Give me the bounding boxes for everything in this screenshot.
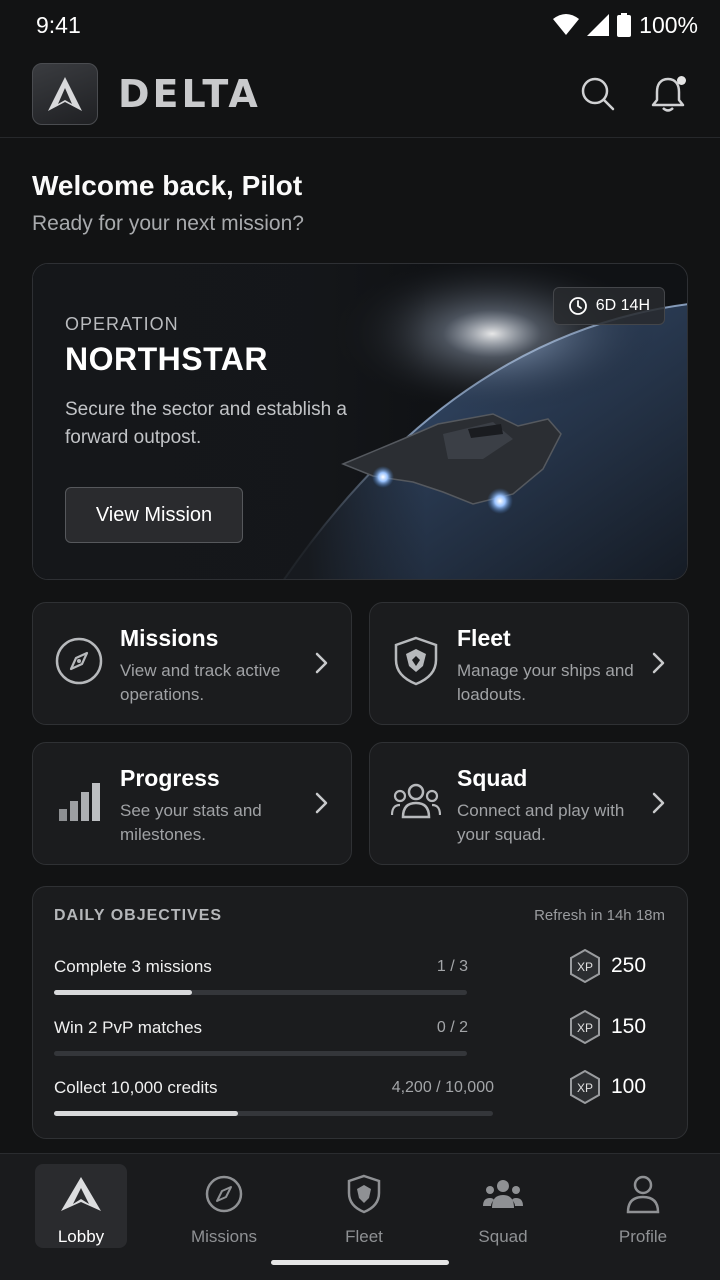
tab-label: Lobby [57,1227,105,1246]
compass-icon [204,1172,244,1216]
objectives-heading: DAILY OBJECTIVES [54,907,223,924]
daily-objectives-card: DAILY OBJECTIVES Refresh in 14h 18m Comp… [32,886,688,1139]
tile-squad[interactable]: Squad Connect and play with your squad. [369,742,689,865]
xp-badge-icon: XP [570,1070,600,1104]
compass-icon [53,635,105,687]
objective-reward: XP 150 [569,1010,646,1044]
mission-eyebrow: OPERATION [65,314,179,334]
mission-hero-card[interactable]: 6D 14H OPERATION NORTHSTAR Secure the se… [32,263,688,580]
objective-count: 1 / 3 [436,958,468,975]
xp-badge-label: XP [577,1081,593,1095]
battery-icon [617,13,632,37]
tile-title: Squad [457,765,528,791]
group-icon [483,1172,523,1216]
objective-reward-value: 100 [611,1075,647,1098]
app-header: DELTA [0,50,720,138]
tab-fleet[interactable]: Fleet [318,1164,410,1248]
tile-title: Progress [120,765,220,791]
signal-icon [587,14,610,36]
objective-label: Collect 10,000 credits [54,1078,218,1097]
xp-badge-icon: XP [570,1010,600,1044]
objective-progress-track [54,1051,467,1056]
tile-description: Connect and play with your squad. [457,801,625,844]
objective-reward: XP 100 [569,1070,646,1104]
tab-label: Profile [618,1227,668,1246]
tab-label: Squad [478,1227,528,1246]
notification-dot [677,75,686,85]
notifications-button[interactable] [648,74,688,114]
tile-progress[interactable]: Progress See your stats and milestones. [32,742,352,865]
brand-name: DELTA [118,71,261,116]
chevron-right-icon [315,652,328,674]
objective-reward: XP 250 [569,949,646,983]
shield-icon [390,635,442,687]
objective-progress-track [54,990,467,995]
bottom-tab-bar: Lobby Missions Fleet Squad Profile [0,1153,720,1280]
tab-label: Fleet [345,1227,383,1246]
tile-title: Fleet [457,625,511,651]
mission-title: NORTHSTAR [65,341,268,377]
objective-reward-value: 150 [611,1015,647,1038]
search-button[interactable] [578,74,618,114]
objective-count: 0 / 2 [436,1019,468,1036]
status-icons: 100% [553,12,698,39]
tile-description: View and track active operations. [120,661,281,704]
chevron-right-icon [315,792,328,814]
xp-badge-icon: XP [570,949,600,983]
chevron-right-icon [652,652,665,674]
objective-row[interactable]: Collect 10,000 credits 4,200 / 10,000 XP… [54,1070,674,1128]
objective-reward-value: 250 [611,954,647,977]
objectives-refresh-timer: Refresh in 14h 18m [534,907,665,924]
bar-chart-icon [53,775,105,827]
xp-badge-label: XP [577,1021,593,1035]
person-icon [625,1172,661,1216]
tab-label: Missions [190,1227,258,1246]
tab-lobby[interactable]: Lobby [35,1164,127,1248]
objective-progress-fill [54,990,192,995]
objective-progress-fill [54,1111,239,1116]
mission-timer-badge: 6D 14H [552,287,665,325]
xp-badge-label: XP [577,960,593,974]
delta-logo-icon[interactable] [32,62,98,125]
shield-icon [346,1172,382,1216]
tile-description: Manage your ships and loadouts. [457,661,634,704]
battery-level: 100% [639,11,698,38]
welcome-subtitle: Ready for your next mission? [32,212,304,235]
objective-progress-track [54,1111,493,1116]
objective-row[interactable]: Win 2 PvP matches 0 / 2 XP 150 [54,1010,674,1068]
objective-row[interactable]: Complete 3 missions 1 / 3 XP 250 [54,949,674,1007]
clock-icon [568,297,587,315]
status-bar: 9:41 100% [0,0,720,50]
delta-logo-icon [59,1172,103,1216]
tile-missions[interactable]: Missions View and track active operation… [32,602,352,725]
objective-label: Complete 3 missions [54,957,212,976]
tab-squad[interactable]: Squad [457,1164,549,1248]
status-time: 9:41 [36,11,81,38]
home-indicator[interactable] [271,1260,449,1265]
view-mission-button[interactable]: View Mission [65,487,243,543]
mission-description: Secure the sector and establish a forwar… [65,399,348,448]
tile-title: Missions [120,625,219,651]
welcome-section: Welcome back, Pilot Ready for your next … [32,170,304,236]
objective-label: Win 2 PvP matches [54,1018,203,1037]
tile-fleet[interactable]: Fleet Manage your ships and loadouts. [369,602,689,725]
search-icon [581,77,615,110]
objective-count: 4,200 / 10,000 [391,1079,494,1096]
tab-profile[interactable]: Profile [597,1164,689,1248]
wifi-icon [553,14,580,35]
chevron-right-icon [652,792,665,814]
mission-timer: 6D 14H [595,297,650,314]
welcome-title: Welcome back, Pilot [32,170,303,201]
tile-description: See your stats and milestones. [120,801,262,844]
group-icon [390,775,442,827]
tab-missions[interactable]: Missions [178,1164,270,1248]
